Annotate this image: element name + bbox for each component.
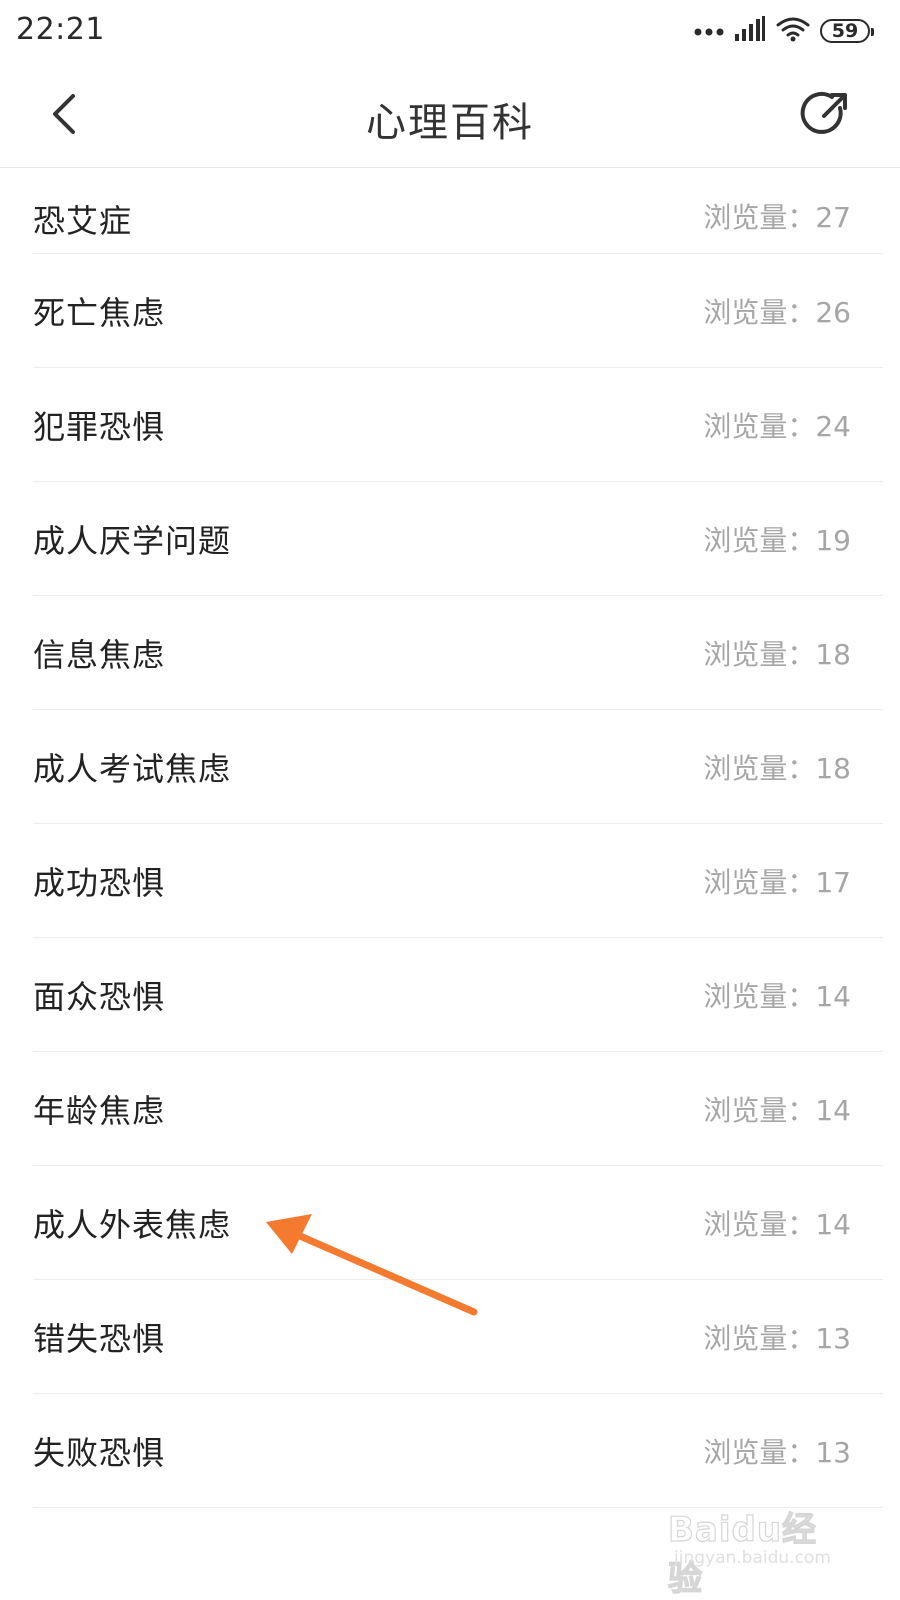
- status-time: 22:21: [16, 12, 105, 47]
- screen: 22:21 59 心理百科 恐艾症 浏览量：27 死亡焦虑 浏览量：26 犯罪恐…: [0, 0, 900, 1600]
- item-title: 错失恐惧: [33, 1319, 166, 1358]
- list-item[interactable]: 成人厌学问题 浏览量：19: [33, 482, 883, 596]
- item-views: 浏览量：18: [703, 637, 851, 671]
- list-item[interactable]: 死亡焦虑 浏览量：26: [33, 254, 883, 368]
- item-views: 浏览量：19: [703, 523, 851, 557]
- page-title: 心理百科: [366, 100, 534, 146]
- item-title: 失败恐惧: [33, 1433, 166, 1472]
- more-dots-icon: [694, 22, 724, 41]
- item-views: 浏览量：26: [703, 295, 851, 329]
- item-title: 成人厌学问题: [33, 521, 232, 560]
- wifi-icon: [776, 16, 810, 46]
- list-item[interactable]: 信息焦虑 浏览量：18: [33, 596, 883, 710]
- signal-icon: [734, 16, 766, 46]
- item-title: 犯罪恐惧: [33, 407, 166, 446]
- list-item[interactable]: 恐艾症 浏览量：27: [33, 168, 883, 254]
- item-views: 浏览量：13: [703, 1435, 851, 1469]
- item-views: 浏览量：14: [703, 1093, 851, 1127]
- item-views: 浏览量：27: [703, 201, 851, 234]
- item-views: 浏览量：13: [703, 1321, 851, 1355]
- share-button[interactable]: [798, 88, 852, 142]
- item-title: 信息焦虑: [33, 635, 166, 674]
- item-views: 浏览量：24: [703, 409, 851, 443]
- battery-icon: 59: [820, 19, 874, 43]
- item-views: 浏览量：14: [703, 979, 851, 1013]
- list-item[interactable]: 面众恐惧 浏览量：14: [33, 938, 883, 1052]
- list-item[interactable]: 犯罪恐惧 浏览量：24: [33, 368, 883, 482]
- item-title: 成人考试焦虑: [33, 749, 232, 788]
- item-title: 年龄焦虑: [33, 1091, 166, 1130]
- watermark: Baidu经验 jingyan.baidu.com: [667, 1498, 838, 1599]
- list-item[interactable]: 失败恐惧 浏览量：13: [33, 1394, 883, 1508]
- item-title: 成人外表焦虑: [33, 1205, 232, 1244]
- share-icon: [800, 91, 847, 134]
- item-views: 浏览量：17: [703, 865, 851, 899]
- list-item[interactable]: 成功恐惧 浏览量：17: [33, 824, 883, 938]
- list-item[interactable]: 错失恐惧 浏览量：13: [33, 1280, 883, 1394]
- nav-bar: 心理百科: [0, 64, 900, 168]
- item-title: 面众恐惧: [33, 977, 166, 1016]
- item-title: 恐艾症: [33, 202, 133, 240]
- item-views: 浏览量：18: [703, 751, 851, 785]
- status-bar: 22:21 59: [0, 0, 900, 64]
- list-item[interactable]: 年龄焦虑 浏览量：14: [33, 1052, 883, 1166]
- status-icons: 59: [694, 14, 874, 48]
- list-item[interactable]: 成人考试焦虑 浏览量：18: [33, 710, 883, 824]
- item-title: 成功恐惧: [33, 863, 166, 902]
- item-title: 死亡焦虑: [33, 293, 166, 332]
- watermark-url: jingyan.baidu.com: [674, 1548, 831, 1568]
- topic-list: 恐艾症 浏览量：27 死亡焦虑 浏览量：26 犯罪恐惧 浏览量：24 成人厌学问…: [0, 168, 900, 1508]
- list-item[interactable]: 成人外表焦虑 浏览量：14: [33, 1166, 883, 1280]
- item-views: 浏览量：14: [703, 1207, 851, 1241]
